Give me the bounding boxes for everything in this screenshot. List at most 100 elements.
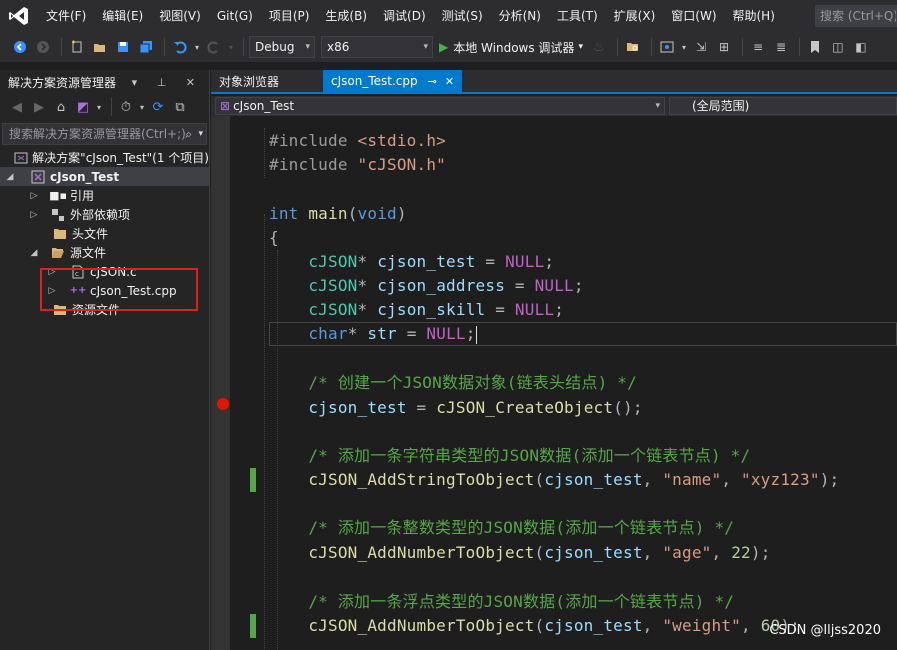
- watermark: CSDN @lljss2020: [769, 623, 881, 638]
- member-scope-select[interactable]: (全局范围): [669, 97, 897, 115]
- tree-item-source-files[interactable]: ◢ 源文件: [0, 243, 209, 262]
- hot-reload-icon[interactable]: ♨: [589, 37, 609, 57]
- solution-tree: 解决方案"cJson_Test"(1 个项目) ◢ cJson_Test ▷ ■…: [0, 148, 209, 319]
- tree-item-references[interactable]: ▷ ■▪ 引用: [0, 186, 209, 205]
- code-line: /* 添加一条浮点类型的JSON数据(添加一个链表节点) */: [308, 592, 735, 611]
- next-bookmark-icon[interactable]: ◧: [851, 37, 871, 57]
- platform-select[interactable]: x86 ▾: [321, 36, 433, 58]
- panel-window-controls[interactable]: ▾ ⊥ ✕: [132, 76, 203, 89]
- code-line: cjson_test = cJSON_CreateObject();: [308, 398, 643, 417]
- change-indicator: [250, 468, 256, 492]
- save-all-icon[interactable]: [136, 37, 156, 57]
- collapsed-arrow-icon[interactable]: ▷: [28, 210, 40, 220]
- uncomment-icon[interactable]: ≣: [771, 37, 791, 57]
- save-icon[interactable]: [113, 37, 133, 57]
- tab-object-browser[interactable]: 对象浏览器: [211, 70, 287, 92]
- tab-cjson-test-cpp[interactable]: cJson_Test.cpp ⊸ ✕: [323, 70, 463, 92]
- menu-file[interactable]: 文件(F): [38, 0, 94, 32]
- pending-changes-filter-icon[interactable]: ⏱: [117, 97, 135, 117]
- chevron-down-icon[interactable]: ▾: [198, 124, 203, 144]
- code-editor[interactable]: #include <stdio.h> #include "cJSON.h" in…: [211, 116, 897, 650]
- menu-project[interactable]: 项目(P): [261, 0, 318, 32]
- indicator-margin[interactable]: [211, 116, 230, 650]
- pin-icon[interactable]: ⊸: [428, 75, 437, 88]
- visual-studio-logo-icon[interactable]: [0, 0, 38, 32]
- tree-item-external-deps[interactable]: ▷ 外部依赖项: [0, 205, 209, 224]
- configuration-select[interactable]: Debug ▾: [249, 36, 315, 58]
- red-highlight-annotation: [40, 268, 198, 311]
- menu-tools[interactable]: 工具(T): [549, 0, 606, 32]
- menu-edit[interactable]: 编辑(E): [94, 0, 151, 32]
- chevron-down-icon: ▾: [578, 42, 583, 52]
- code-line: char* str = NULL;: [308, 324, 477, 344]
- menu-git[interactable]: Git(G): [209, 0, 261, 32]
- start-debugging-button[interactable]: ▶ 本地 Windows 调试器 ▾: [439, 39, 583, 56]
- home-icon[interactable]: ⌂: [52, 97, 70, 117]
- step-into-icon[interactable]: ⇲: [691, 37, 711, 57]
- code-line: #include "cJSON.h": [269, 155, 446, 174]
- new-project-icon[interactable]: [67, 37, 87, 57]
- solution-search-input[interactable]: 搜索解决方案资源管理器(Ctrl+;) ⌕ ▾: [2, 123, 207, 145]
- overflow-icon[interactable]: ▾: [680, 37, 688, 57]
- prev-bookmark-icon[interactable]: ◫: [828, 37, 848, 57]
- search-input[interactable]: 搜索 (Ctrl+Q): [815, 5, 897, 27]
- menu-extensions[interactable]: 扩展(X): [606, 0, 664, 32]
- menu-debug[interactable]: 调试(D): [375, 0, 434, 32]
- code-line: cJSON_AddNumberToObject(cjson_test, "age…: [308, 543, 771, 562]
- forward-icon[interactable]: [33, 37, 53, 57]
- breakpoints-icon[interactable]: ⊞: [714, 37, 734, 57]
- toolbar-separator: [164, 38, 165, 56]
- forward-icon[interactable]: ▶: [30, 97, 48, 117]
- collapsed-arrow-icon[interactable]: ▷: [28, 191, 40, 201]
- menu-analyze[interactable]: 分析(N): [491, 0, 549, 32]
- code-line: cJSON* cjson_address = NULL;: [308, 276, 584, 295]
- editor-tab-strip: 对象浏览器 cJson_Test.cpp ⊸ ✕: [211, 70, 897, 94]
- undo-dropdown-icon[interactable]: ▾: [193, 37, 201, 57]
- menu-test[interactable]: 测试(S): [434, 0, 491, 32]
- screenshot-icon[interactable]: [657, 37, 677, 57]
- code-line: cJSON_AddStringToObject(cjson_test, "nam…: [308, 470, 840, 489]
- search-icon[interactable]: ⌕: [185, 124, 192, 144]
- tree-item-solution[interactable]: 解决方案"cJson_Test"(1 个项目): [0, 148, 209, 167]
- overflow-icon[interactable]: ▾: [96, 97, 102, 117]
- tree-item-header-files[interactable]: 头文件: [0, 224, 209, 243]
- back-icon[interactable]: ◀: [8, 97, 26, 117]
- overflow-icon[interactable]: ▾: [139, 97, 145, 117]
- menu-help[interactable]: 帮助(H): [725, 0, 783, 32]
- tree-item-project[interactable]: ◢ cJson_Test: [0, 167, 209, 186]
- open-file-icon[interactable]: [90, 37, 110, 57]
- menu-window[interactable]: 窗口(W): [663, 0, 724, 32]
- bookmark-icon[interactable]: [805, 37, 825, 57]
- code-line: /* 添加一条整数类型的JSON数据(添加一个链表节点) */: [308, 518, 735, 537]
- comment-icon[interactable]: ≡: [748, 37, 768, 57]
- code-line: /* 创建一个JSON数据对象(链表头结点) */: [308, 373, 637, 392]
- collapse-all-icon[interactable]: ⧉: [171, 97, 189, 117]
- toolbar-separator: [243, 38, 244, 56]
- play-icon: ▶: [439, 40, 449, 54]
- folder-icon: [52, 227, 68, 241]
- cpp-project-icon: ⊠: [220, 99, 231, 113]
- undo-icon[interactable]: [170, 37, 190, 57]
- menu-build[interactable]: 生成(B): [317, 0, 375, 32]
- toolbar-separator: [61, 38, 62, 56]
- sync-icon[interactable]: ⟳: [149, 97, 167, 117]
- project-scope-select[interactable]: ⊠ cJson_Test ▾: [215, 97, 665, 115]
- external-deps-icon: [50, 208, 66, 222]
- redo-dropdown-icon[interactable]: ▾: [227, 37, 235, 57]
- code-line: cJSON* cjson_test = NULL;: [308, 252, 555, 271]
- find-in-files-icon[interactable]: [623, 37, 643, 57]
- code-line: /* 添加一条字符串类型的JSON数据(添加一个链表节点) */: [308, 446, 751, 465]
- redo-icon[interactable]: [204, 37, 224, 57]
- back-icon[interactable]: [10, 37, 30, 57]
- references-icon: ■▪: [49, 189, 67, 202]
- expanded-arrow-icon[interactable]: ◢: [28, 248, 40, 258]
- folder-open-icon: [50, 246, 66, 260]
- close-icon[interactable]: ✕: [445, 75, 454, 88]
- menu-bar: 文件(F) 编辑(E) 视图(V) Git(G) 项目(P) 生成(B) 调试(…: [0, 0, 897, 32]
- menu-view[interactable]: 视图(V): [151, 0, 209, 32]
- toolbar-separator: [650, 38, 652, 56]
- chevron-down-icon: ▾: [423, 42, 428, 52]
- switch-views-icon[interactable]: ◩: [74, 97, 92, 117]
- expanded-arrow-icon[interactable]: ◢: [4, 172, 16, 182]
- breakpoint-icon[interactable]: [217, 398, 229, 410]
